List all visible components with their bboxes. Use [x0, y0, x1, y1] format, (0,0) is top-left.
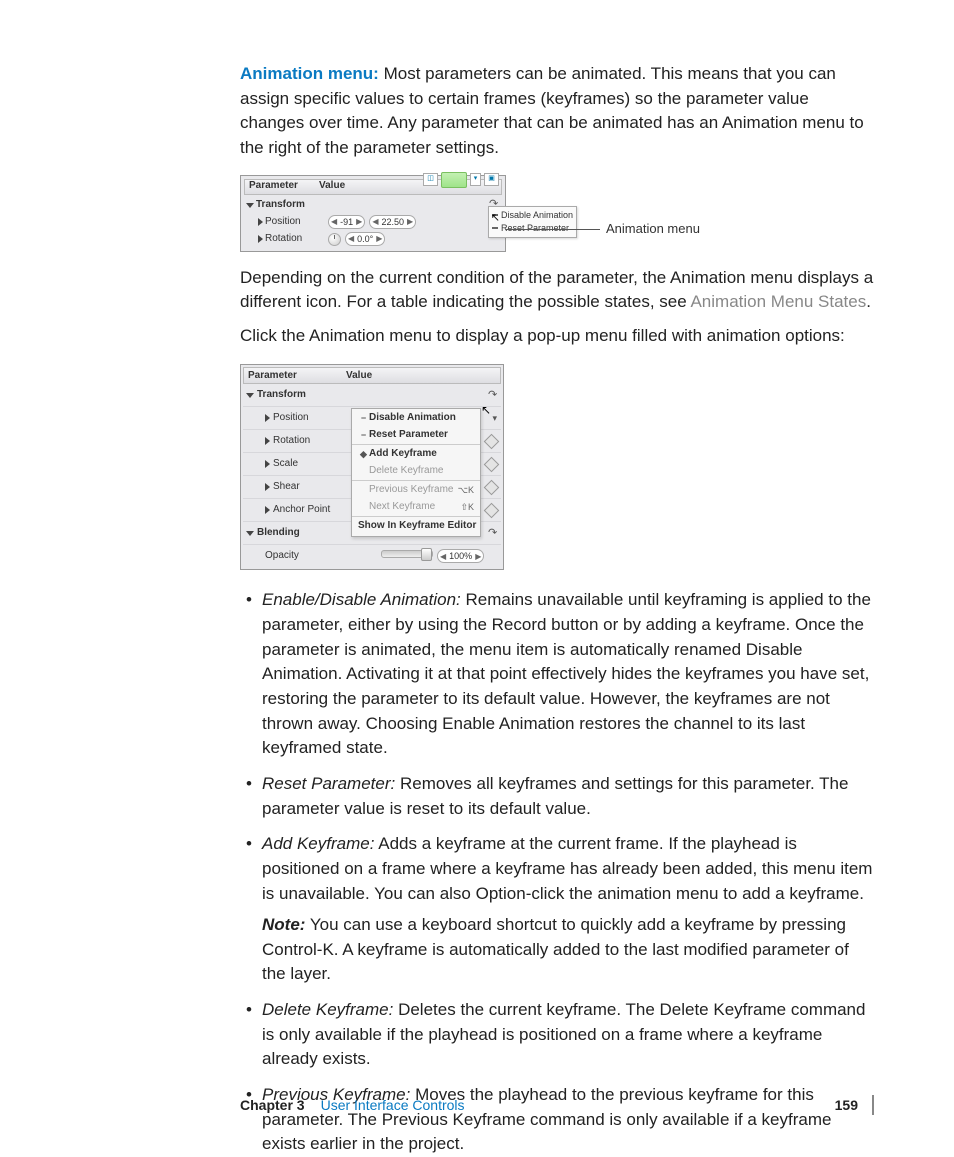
param-transform[interactable]: Transform — [243, 388, 344, 403]
param-shear[interactable]: Shear — [243, 480, 363, 495]
term: Enable/Disable Animation: — [262, 590, 461, 609]
keyframe-icon[interactable] — [484, 434, 500, 450]
menu-previous-keyframe: Previous Keyframe⌥K — [352, 482, 480, 499]
item-delete-keyframe: Delete Keyframe: Deletes the current key… — [240, 998, 874, 1072]
disclosure-right-icon[interactable] — [265, 483, 270, 491]
param-position[interactable]: Position — [243, 411, 363, 426]
disclosure-down-icon[interactable] — [246, 393, 254, 398]
callout-line — [506, 229, 600, 230]
animation-menu-states-link[interactable]: Animation Menu States — [690, 292, 866, 311]
animation-mini-popup: Disable Animation Reset Parameter — [488, 206, 577, 238]
column-header: Parameter Value — [243, 367, 501, 384]
footer-chapter: Chapter 3 — [240, 1095, 305, 1115]
menu-next-keyframe: Next Keyframe⇧K — [352, 499, 480, 516]
panel-top-icons: ◫ ▾ ▣ — [423, 172, 499, 188]
intro-paragraph: Animation menu: Most parameters can be a… — [240, 62, 874, 161]
disclosure-icon[interactable]: ▾ — [470, 173, 481, 186]
item-add-keyframe: Add Keyframe: Adds a keyframe at the cur… — [240, 832, 874, 987]
param-scale[interactable]: Scale — [243, 457, 363, 472]
param-transform[interactable]: Transform — [244, 198, 316, 213]
param-blending[interactable]: Blending — [243, 526, 344, 541]
disclosure-right-icon[interactable] — [258, 235, 263, 243]
menu-disable-animation[interactable]: −Disable Animation — [352, 410, 480, 427]
disclosure-right-icon[interactable] — [265, 460, 270, 468]
footer-title: User Interface Controls — [321, 1095, 465, 1115]
position-x-field[interactable]: ◀-91▶ — [328, 215, 365, 229]
param-opacity[interactable]: Opacity — [243, 549, 363, 564]
diamond-icon: ◆ — [358, 448, 369, 461]
intro-heading: Animation menu: — [240, 64, 379, 83]
preview-thumb — [441, 172, 467, 188]
param-rotation[interactable]: Rotation — [243, 434, 363, 449]
dash-icon: − — [358, 429, 369, 442]
footer-page-number: 159 — [821, 1095, 858, 1115]
popup-disable-animation[interactable]: Disable Animation — [492, 209, 573, 222]
figure-1: ◫ ▾ ▣ Parameter Value Transform ↶ Positi… — [240, 175, 874, 252]
reset-icon[interactable]: ↶ — [488, 388, 497, 404]
col-parameter: Parameter — [249, 179, 319, 194]
term: Add Keyframe: — [262, 834, 374, 853]
reset-icon[interactable]: ↶ — [488, 526, 497, 542]
param-rotation[interactable]: Rotation — [244, 232, 328, 247]
keyframe-icon[interactable] — [484, 503, 500, 519]
animation-popup-menu: −Disable Animation −Reset Parameter ◆Add… — [351, 408, 481, 537]
options-list: Enable/Disable Animation: Remains unavai… — [240, 588, 874, 1156]
animation-menu-button[interactable]: ▾ — [492, 412, 497, 425]
note: Note: You can use a keyboard shortcut to… — [262, 913, 874, 987]
param-anchor-point[interactable]: Anchor Point — [243, 503, 363, 518]
keyframe-icon[interactable] — [484, 480, 500, 496]
col-parameter: Parameter — [248, 369, 346, 384]
param-position[interactable]: Position — [244, 215, 328, 230]
disclosure-down-icon[interactable] — [246, 203, 254, 208]
rotation-field[interactable]: ◀0.0°▶ — [345, 232, 385, 246]
inspector-panel-large: Parameter Value Transform ↶ Position ◀-9… — [240, 364, 504, 570]
note-text: You can use a keyboard shortcut to quick… — [262, 915, 849, 983]
disclosure-right-icon[interactable] — [265, 506, 270, 514]
col-value: Value — [346, 369, 372, 384]
keyframe-icon[interactable] — [484, 457, 500, 473]
desc: Remains unavailable until keyframing is … — [262, 590, 871, 757]
callout-label: Animation menu — [606, 220, 700, 239]
panel-close-icon[interactable]: ▣ — [484, 173, 499, 186]
menu-add-keyframe[interactable]: ◆Add Keyframe — [352, 446, 480, 463]
disclosure-right-icon[interactable] — [265, 414, 270, 422]
disclosure-down-icon[interactable] — [246, 531, 254, 536]
item-enable-disable-animation: Enable/Disable Animation: Remains unavai… — [240, 588, 874, 760]
inspector-panel-small: ◫ ▾ ▣ Parameter Value Transform ↶ Positi… — [240, 175, 506, 252]
term: Reset Parameter: — [262, 774, 395, 793]
item-reset-parameter: Reset Parameter: Removes all keyframes a… — [240, 772, 874, 821]
dash-icon: − — [358, 412, 369, 425]
position-y-field[interactable]: ◀22.50▶ — [369, 215, 416, 229]
term: Delete Keyframe: — [262, 1000, 393, 1019]
cursor-icon: ↖ — [491, 211, 500, 227]
hud-icon[interactable]: ◫ — [423, 173, 438, 186]
disclosure-right-icon[interactable] — [258, 218, 263, 226]
opacity-field[interactable]: ◀100%▶ — [437, 549, 484, 563]
page-footer: Chapter 3 User Interface Controls 159 — [240, 1095, 874, 1115]
disclosure-right-icon[interactable] — [265, 437, 270, 445]
rotation-dial[interactable] — [328, 233, 341, 246]
cursor-icon: ↖ — [481, 402, 491, 419]
menu-delete-keyframe: Delete Keyframe — [352, 463, 480, 480]
note-label: Note: — [262, 915, 305, 934]
menu-reset-parameter[interactable]: −Reset Parameter — [352, 427, 480, 444]
col-value: Value — [319, 179, 345, 194]
opacity-slider[interactable] — [381, 550, 433, 558]
dash-icon — [492, 227, 498, 229]
between-paragraph-2: Click the Animation menu to display a po… — [240, 324, 874, 349]
menu-show-in-keyframe-editor[interactable]: Show In Keyframe Editor — [352, 518, 480, 535]
between-paragraph-1: Depending on the current condition of th… — [240, 266, 874, 315]
